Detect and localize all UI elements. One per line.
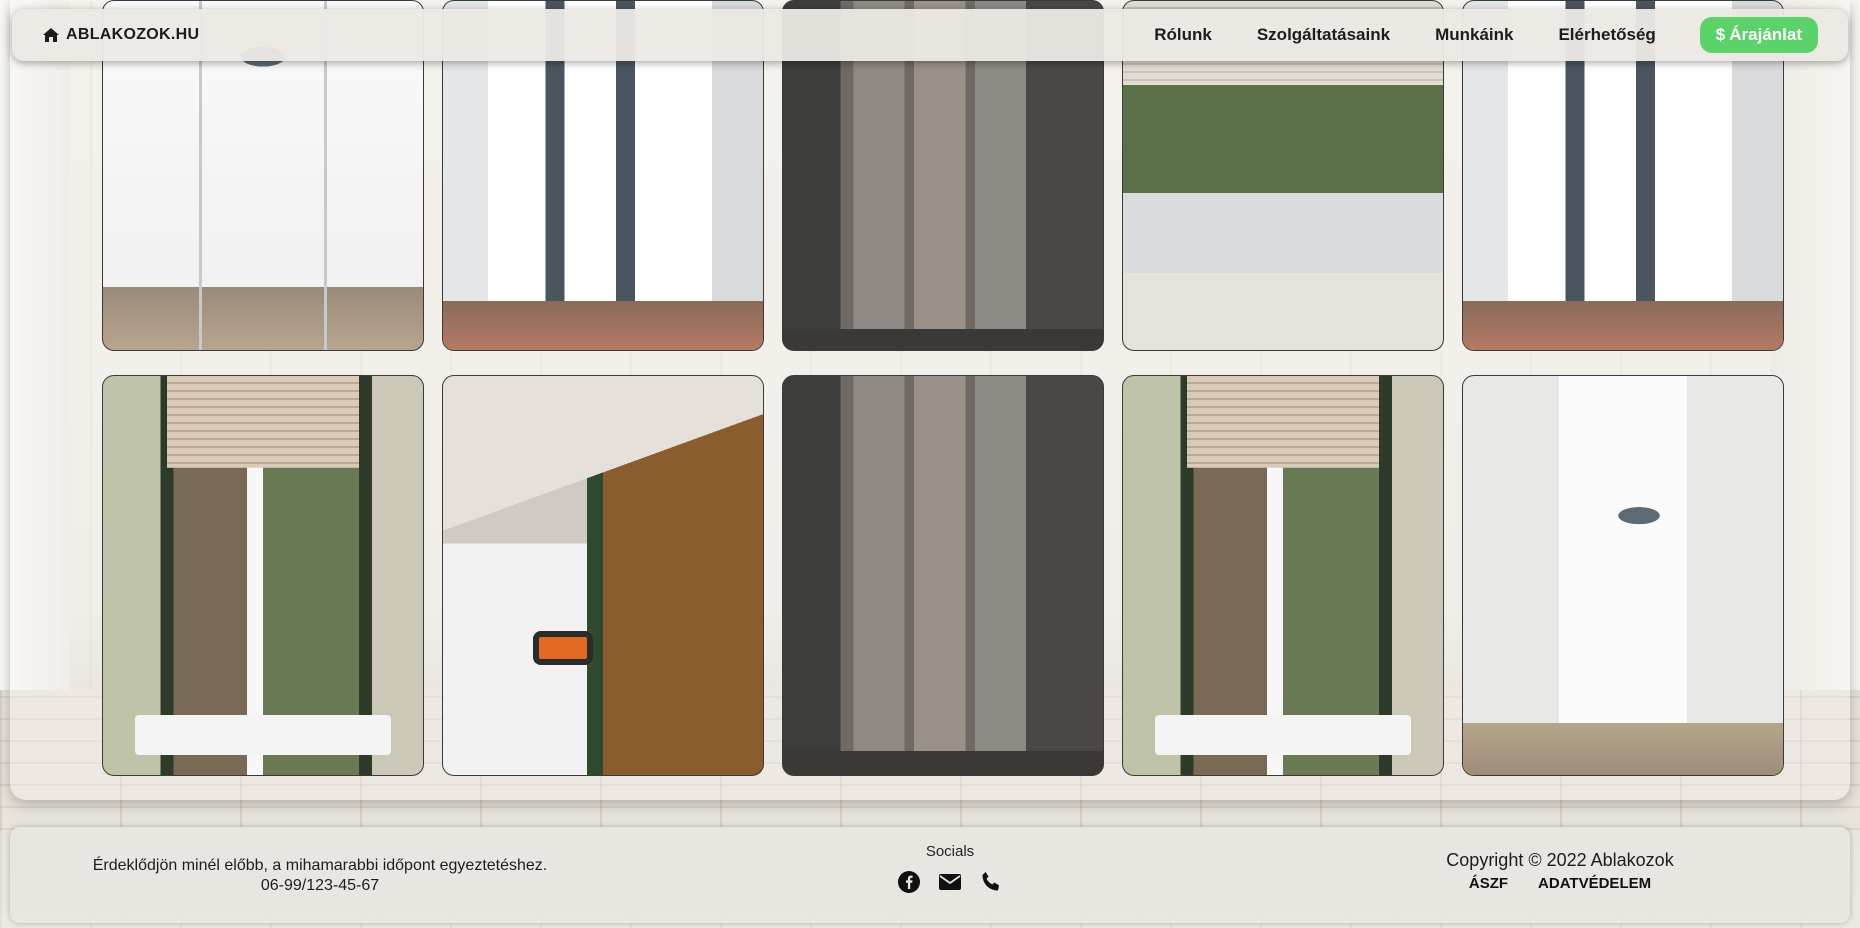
email-icon[interactable]	[938, 870, 962, 894]
home-icon	[42, 27, 60, 43]
nav-link-rolunk[interactable]: Rólunk	[1154, 25, 1212, 45]
photo-gallery: Samsung Dual Camera Samsung Dual Camera	[102, 0, 1785, 776]
footer-phone: 06-99/123-45-67	[260, 877, 380, 894]
facebook-icon[interactable]	[897, 870, 921, 894]
gallery-panel: Samsung Dual Camera Samsung Dual Camera	[10, 0, 1850, 800]
privacy-link[interactable]: ADATVÉDELEM	[1538, 875, 1651, 892]
gallery-photo-10[interactable]	[1462, 375, 1784, 776]
gallery-photo-9[interactable]	[1122, 375, 1444, 776]
phone-icon[interactable]	[979, 870, 1003, 894]
nav-link-munkaink[interactable]: Munkáink	[1435, 25, 1513, 45]
copyright-text: Copyright © 2022 Ablakozok	[1446, 850, 1674, 870]
gallery-photo-6[interactable]	[102, 375, 424, 776]
aszf-link[interactable]: ÁSZF	[1469, 875, 1508, 892]
gallery-photo-8[interactable]: Samsung Dual Camera	[782, 375, 1104, 776]
brand-logo[interactable]: ABLAKOZOK.HU	[42, 9, 199, 61]
quote-button[interactable]: $ Árajánlat	[1699, 17, 1818, 53]
photo-watermark: Samsung Dual Camera	[793, 756, 908, 767]
nav-link-elerhetoseg[interactable]: Elérhetőség	[1558, 25, 1655, 45]
social-icons	[895, 870, 1005, 894]
footer-socials: Socials	[895, 843, 1005, 894]
photo-watermark: Samsung Dual Camera	[793, 331, 908, 342]
footer-legal: Copyright © 2022 Ablakozok ÁSZF ADATVÉDE…	[1410, 850, 1710, 892]
nav-menu: Rólunk Szolgáltatásaink Munkáink Elérhet…	[1109, 9, 1818, 61]
dollar-icon: $	[1715, 25, 1726, 44]
footer-contact: Érdeklődjön minél előbb, a mihamarabbi i…	[10, 856, 630, 896]
nav-link-szolgaltatasaink[interactable]: Szolgáltatásaink	[1257, 25, 1390, 45]
gallery-photo-7[interactable]	[442, 375, 764, 776]
footer: Érdeklődjön minél előbb, a mihamarabbi i…	[10, 827, 1850, 923]
footer-message: Érdeklődjön minél előbb, a mihamarabbi i…	[92, 857, 548, 874]
quote-button-label: Árajánlat	[1729, 25, 1802, 44]
legal-links: ÁSZF ADATVÉDELEM	[1410, 875, 1710, 892]
socials-title: Socials	[925, 843, 975, 860]
top-navbar: ABLAKOZOK.HU Rólunk Szolgáltatásaink Mun…	[12, 9, 1848, 61]
brand-name: ABLAKOZOK.HU	[66, 26, 200, 43]
